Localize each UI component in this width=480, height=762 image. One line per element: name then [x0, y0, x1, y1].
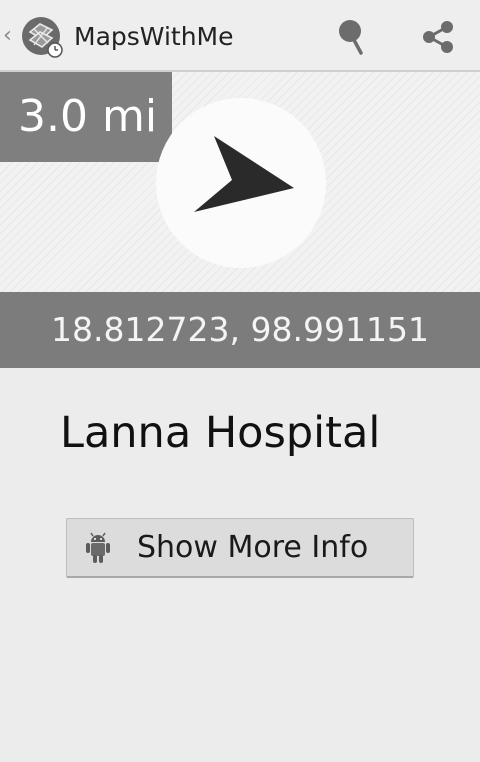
pin-button[interactable] [322, 12, 382, 62]
coordinates-label[interactable]: 18.812723, 98.991151 [0, 292, 480, 368]
distance-label: 3.0 mi [0, 72, 172, 162]
place-name: Lanna Hospital [60, 408, 381, 458]
share-button[interactable] [408, 12, 468, 62]
share-icon [423, 21, 453, 53]
show-more-info-button[interactable]: Show More Info [66, 518, 414, 578]
app-title: MapsWithMe [74, 22, 234, 51]
action-bar: ‹ MapsWithMe [0, 0, 480, 72]
direction-arrow-icon [194, 136, 294, 212]
compass-circle [156, 98, 326, 268]
android-robot-icon [86, 532, 110, 563]
app-logo-icon[interactable] [20, 14, 66, 60]
compass-panel: 3.0 mi [0, 72, 480, 292]
pin-icon [339, 20, 363, 55]
up-caret-icon[interactable]: ‹ [3, 24, 17, 48]
show-more-info-label: Show More Info [137, 530, 369, 565]
